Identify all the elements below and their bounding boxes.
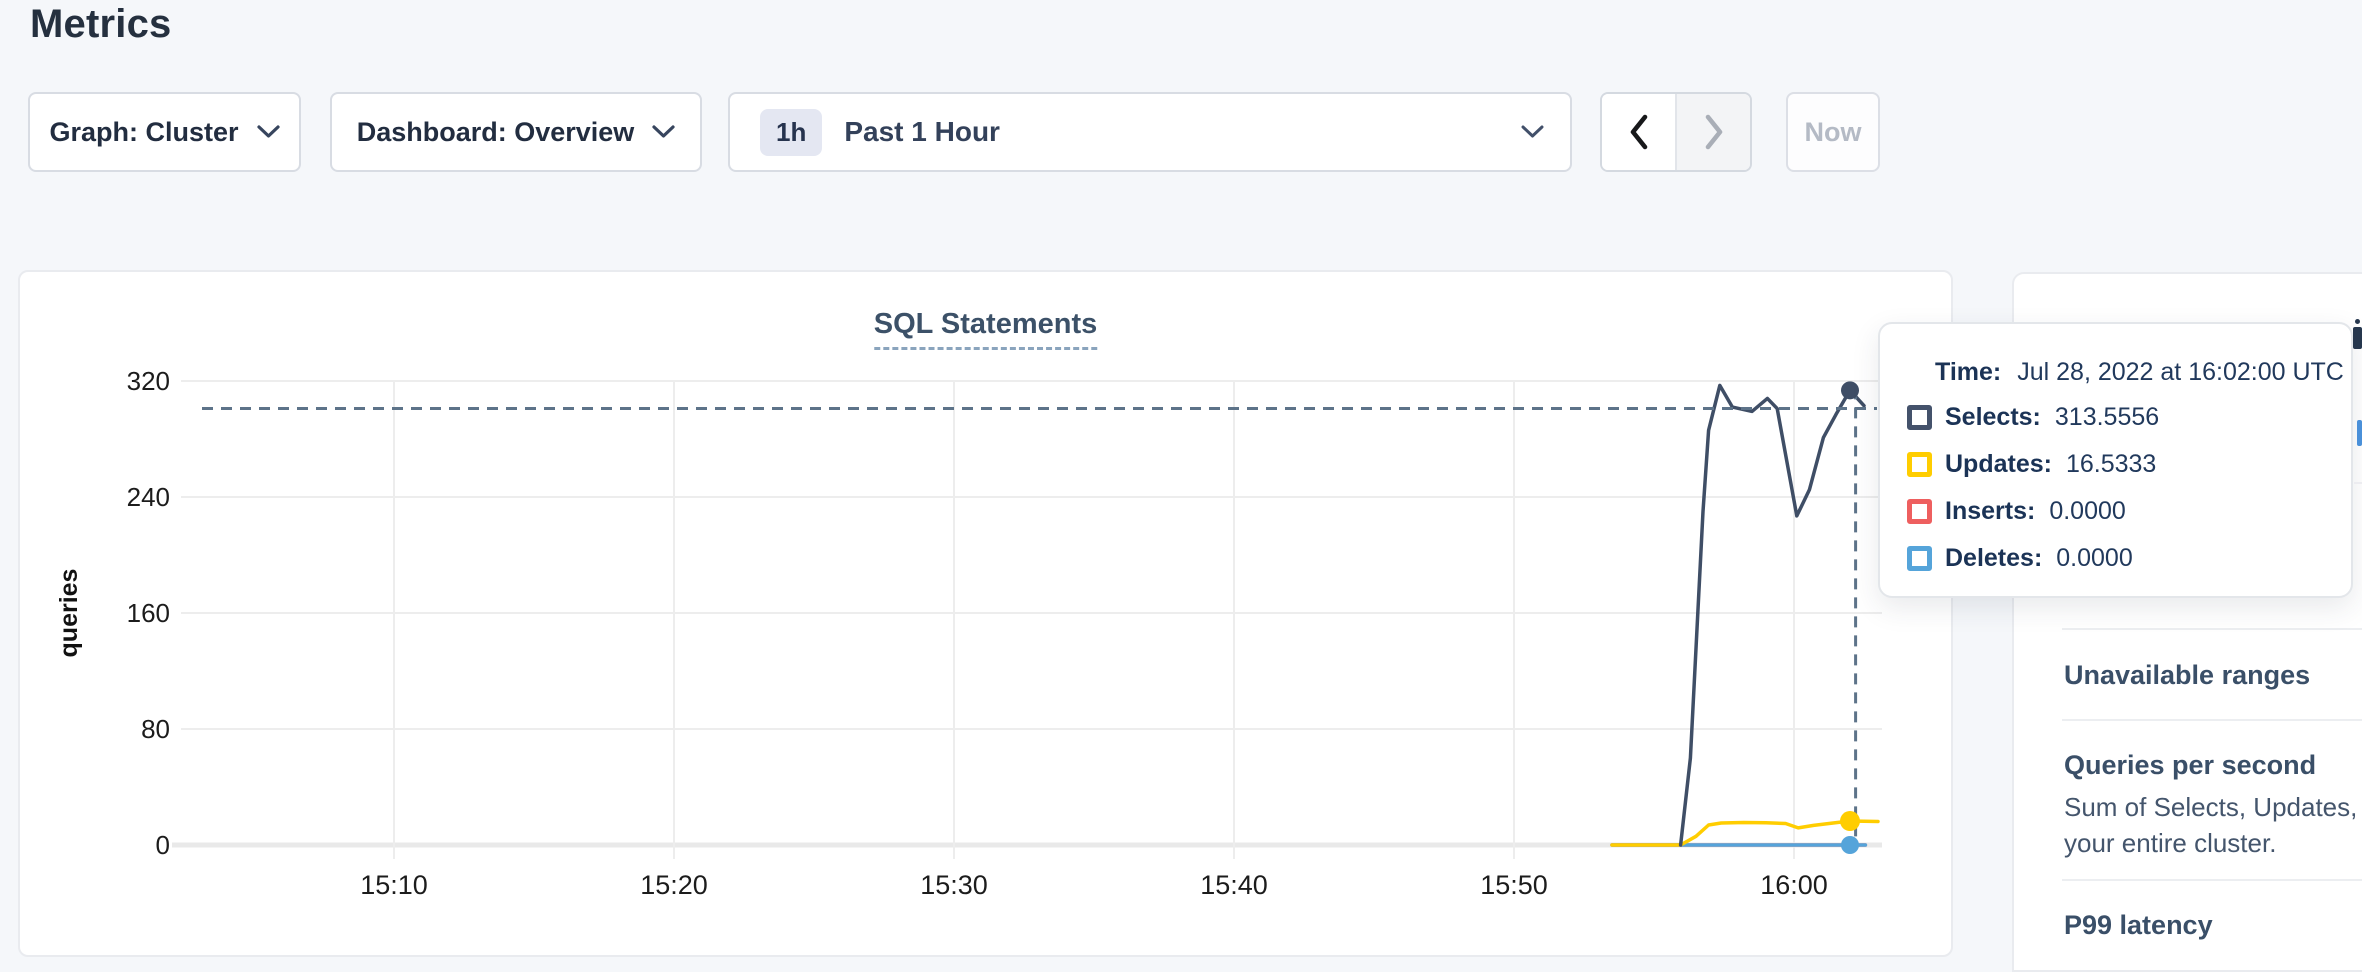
y-axis-label: queries	[55, 569, 83, 658]
sidebar-description-line: Sum of Selects, Updates, Inser	[2064, 792, 2362, 823]
tooltip-time-label: Time:	[1935, 358, 2001, 387]
chevron-down-icon	[1521, 125, 1544, 139]
dashboard-dropdown[interactable]: Dashboard: Overview	[330, 92, 702, 172]
now-button[interactable]: Now	[1786, 92, 1880, 172]
tooltip-series-label: Deletes:	[1945, 544, 2042, 573]
sidebar-heading-queries-per-second: Queries per second	[2064, 750, 2316, 781]
sidebar-description-line: your entire cluster.	[2064, 828, 2276, 859]
chart-title[interactable]: SQL Statements	[874, 308, 1097, 350]
sql-statements-chart[interactable]: 0 80 160 240 320 15:10 15:20 15:30 15:40 15:50 16:…	[20, 272, 1951, 955]
dashboard-dropdown-label: Dashboard: Overview	[357, 117, 635, 148]
page-title: Metrics	[30, 2, 171, 47]
tooltip-series-value: 0.0000	[2056, 544, 2132, 573]
forward-arrow-button[interactable]	[1675, 94, 1750, 170]
divider	[2062, 879, 2362, 881]
tooltip-row-selects: Selects: 313.5556	[1907, 394, 2351, 441]
back-arrow-button[interactable]	[1602, 94, 1675, 170]
clipped-text-fragment	[2353, 327, 2362, 349]
hover-point-deletes	[1841, 836, 1859, 854]
y-tick-label: 0	[156, 830, 170, 860]
tooltip-series-label: Selects:	[1945, 403, 2041, 432]
clipped-text-fragment	[2355, 319, 2360, 324]
gridlines: 0 80 160 240 320 15:10 15:20 15:30 15:40 15:50 16:…	[127, 366, 1882, 900]
selects-color-swatch	[1907, 405, 1932, 430]
x-tick-label: 15:30	[920, 870, 988, 900]
clipped-divider-fragment	[2354, 482, 2362, 484]
chevron-left-icon	[1628, 113, 1650, 151]
series-line-updates	[1612, 821, 1878, 845]
tooltip-series-label: Inserts:	[1945, 497, 2035, 526]
y-tick-label: 80	[141, 714, 170, 744]
hover-point-updates	[1840, 811, 1860, 831]
tooltip-series-value: 16.5333	[2066, 450, 2156, 479]
x-tick-label: 15:20	[640, 870, 708, 900]
deletes-color-swatch	[1907, 546, 1932, 571]
y-tick-label: 240	[127, 482, 170, 512]
series-line-selects	[1681, 385, 1864, 845]
tooltip-time-row: Time: Jul 28, 2022 at 16:02:00 UTC	[1907, 350, 2351, 394]
time-range-selector[interactable]: 1h Past 1 Hour	[728, 92, 1572, 172]
chart-tooltip: Time: Jul 28, 2022 at 16:02:00 UTC Selec…	[1878, 322, 2353, 598]
chevron-down-icon	[652, 125, 675, 139]
clipped-link-fragment	[2357, 420, 2362, 446]
divider	[2062, 719, 2362, 721]
updates-color-swatch	[1907, 452, 1932, 477]
tooltip-time-value: Jul 28, 2022 at 16:02:00 UTC	[2017, 358, 2344, 387]
y-tick-label: 320	[127, 366, 170, 396]
sql-statements-chart-card: 0 80 160 240 320 15:10 15:20 15:30 15:40 15:50 16:…	[18, 270, 1953, 957]
graph-dropdown-label: Graph: Cluster	[49, 117, 238, 148]
tooltip-series-label: Updates:	[1945, 450, 2052, 479]
y-tick-label: 160	[127, 598, 170, 628]
hover-crosshair	[202, 388, 1877, 849]
chevron-right-icon	[1703, 113, 1725, 151]
time-range-label: Past 1 Hour	[844, 116, 1521, 148]
tooltip-row-inserts: Inserts: 0.0000	[1907, 488, 2351, 535]
graph-dropdown[interactable]: Graph: Cluster	[28, 92, 301, 172]
tooltip-series-value: 0.0000	[2049, 497, 2125, 526]
x-tick-label: 15:50	[1480, 870, 1548, 900]
tooltip-row-deletes: Deletes: 0.0000	[1907, 535, 2351, 582]
x-tick-label: 15:40	[1200, 870, 1268, 900]
tooltip-row-updates: Updates: 16.5333	[1907, 441, 2351, 488]
divider	[2062, 628, 2362, 630]
time-range-nav	[1600, 92, 1752, 172]
x-tick-label: 16:00	[1760, 870, 1828, 900]
hover-point-selects	[1841, 381, 1859, 399]
sidebar-heading-unavailable-ranges: Unavailable ranges	[2064, 660, 2310, 691]
tooltip-series-value: 313.5556	[2055, 403, 2159, 432]
time-range-badge: 1h	[760, 109, 822, 156]
chevron-down-icon	[257, 125, 280, 139]
x-tick-label: 15:10	[360, 870, 428, 900]
inserts-color-swatch	[1907, 499, 1932, 524]
sidebar-heading-p99-latency: P99 latency	[2064, 910, 2213, 941]
